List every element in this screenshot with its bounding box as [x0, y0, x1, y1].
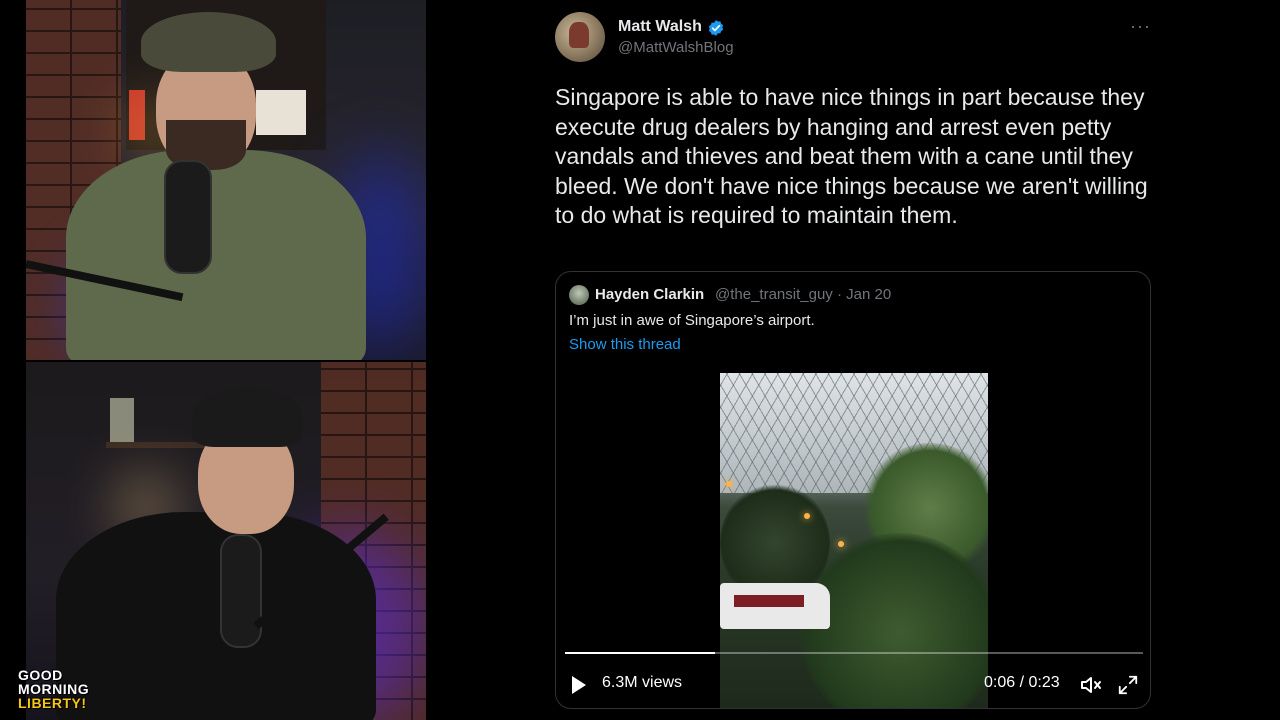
- light: [726, 481, 732, 487]
- picture-frame: [256, 90, 306, 135]
- microphone: [164, 160, 212, 274]
- quoted-tweet-text: I’m just in awe of Singapore’s airport.: [569, 312, 815, 329]
- quoted-tweet[interactable]: Hayden Clarkin @the_transit_guy · Jan 20…: [555, 271, 1151, 709]
- webcam-feed-bottom: [26, 362, 426, 720]
- show-logo: GOOD MORNING LIBERTY!: [18, 668, 89, 710]
- mute-icon[interactable]: [1079, 673, 1103, 697]
- video-progress-bar[interactable]: [565, 652, 1143, 654]
- author-name[interactable]: Matt Walsh: [618, 18, 702, 36]
- quoted-author-name: Hayden Clarkin: [595, 286, 705, 303]
- play-icon[interactable]: [570, 674, 588, 696]
- verified-badge-icon: [708, 20, 724, 36]
- webcam-feed-top: [26, 0, 426, 360]
- light: [804, 513, 810, 519]
- light: [838, 541, 844, 547]
- person-shirt: [56, 512, 376, 720]
- video-time: 0:06 / 0:23: [984, 674, 1060, 691]
- book: [110, 398, 134, 442]
- more-options-icon[interactable]: ···: [1130, 16, 1151, 37]
- microphone: [220, 534, 262, 648]
- view-count: 6.3M views: [602, 674, 683, 691]
- quoted-author-avatar: [569, 285, 589, 305]
- cowboy-hat: [141, 12, 276, 72]
- logo-line-3: LIBERTY!: [18, 695, 87, 711]
- logo-line-2: MORNING: [18, 681, 90, 697]
- show-thread-link[interactable]: Show this thread: [569, 336, 681, 353]
- skytrain: [720, 583, 830, 629]
- logo-line-1: GOOD: [18, 667, 63, 683]
- author-handle[interactable]: @MattWalshBlog: [618, 39, 734, 56]
- cap: [192, 387, 302, 447]
- quoted-author-handle-date: @the_transit_guy · Jan 20: [715, 286, 892, 303]
- video-player[interactable]: [720, 373, 988, 708]
- fullscreen-icon[interactable]: [1117, 674, 1139, 696]
- tweet-text: Singapore is able to have nice things in…: [555, 84, 1148, 228]
- author-avatar[interactable]: [555, 12, 605, 62]
- person-shirt: [66, 150, 366, 360]
- video-progress-fill: [565, 652, 716, 654]
